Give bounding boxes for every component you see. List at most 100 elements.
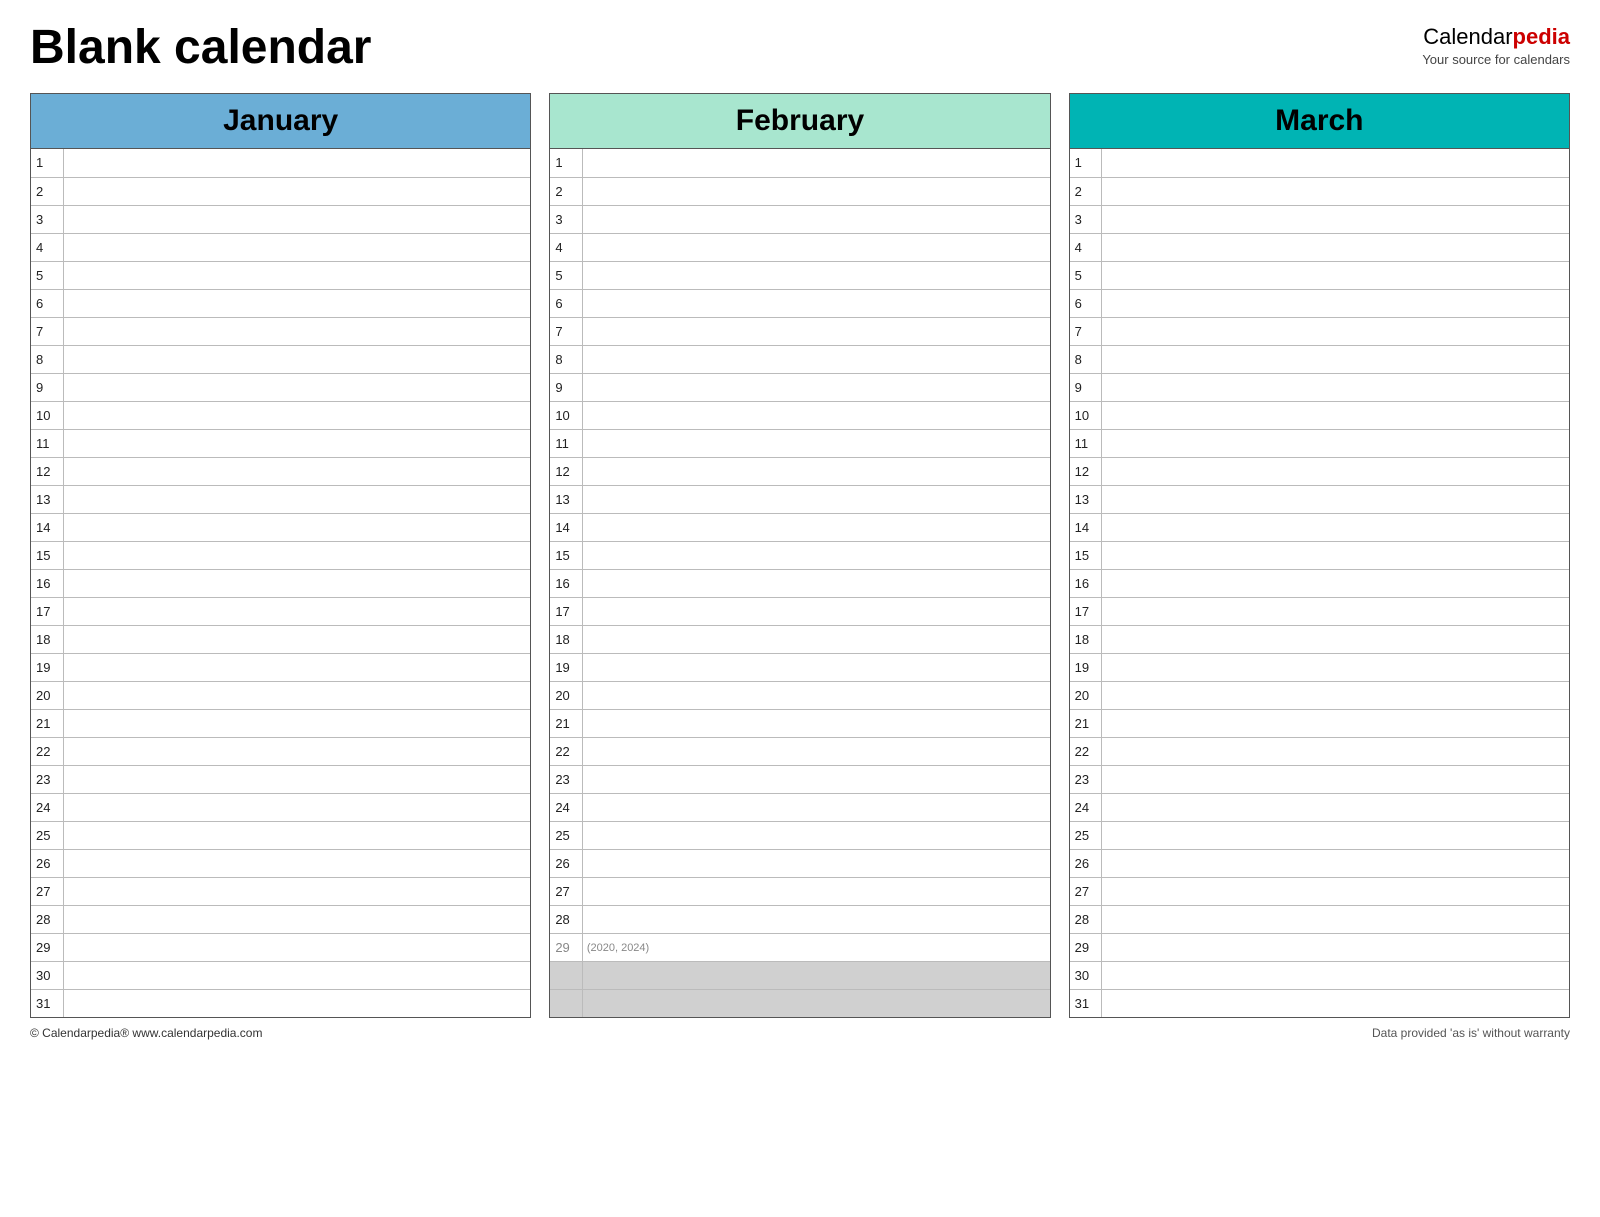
table-row: 21: [31, 709, 530, 737]
table-row: 7: [31, 317, 530, 345]
table-row: 14: [1070, 513, 1569, 541]
day-number: 4: [550, 233, 582, 261]
day-content: [1102, 989, 1569, 1017]
day-content: [1102, 821, 1569, 849]
day-number: 14: [1070, 513, 1102, 541]
day-content: [582, 793, 1049, 821]
march-calendar: March 1234567891011121314151617181920212…: [1069, 93, 1570, 1018]
day-number: 20: [550, 681, 582, 709]
day-content: [582, 261, 1049, 289]
table-row: 27: [1070, 877, 1569, 905]
table-row: 26: [1070, 849, 1569, 877]
table-row: 21: [550, 709, 1049, 737]
day-number: 23: [31, 765, 63, 793]
table-row: 10: [31, 401, 530, 429]
table-row: 4: [1070, 233, 1569, 261]
day-number: 17: [550, 597, 582, 625]
day-number: 10: [1070, 401, 1102, 429]
table-row: 13: [550, 485, 1049, 513]
day-number: 17: [31, 597, 63, 625]
day-number: 2: [550, 177, 582, 205]
table-row: 2: [31, 177, 530, 205]
table-row: 6: [550, 289, 1049, 317]
day-content: [582, 205, 1049, 233]
table-row: 25: [550, 821, 1049, 849]
table-row: 9: [550, 373, 1049, 401]
day-number: 30: [31, 961, 63, 989]
table-row: 8: [31, 345, 530, 373]
day-content: [63, 597, 530, 625]
day-number: [550, 961, 582, 989]
table-row: 22: [1070, 737, 1569, 765]
day-number: 2: [31, 177, 63, 205]
day-number: 18: [550, 625, 582, 653]
day-content: [63, 345, 530, 373]
table-row: 10: [550, 401, 1049, 429]
table-row: 9: [31, 373, 530, 401]
table-row: 9: [1070, 373, 1569, 401]
table-row: 11: [1070, 429, 1569, 457]
day-content: [582, 541, 1049, 569]
day-number: 17: [1070, 597, 1102, 625]
table-row: 28: [31, 905, 530, 933]
day-number: 19: [550, 653, 582, 681]
day-number: 19: [31, 653, 63, 681]
table-row: 3: [550, 205, 1049, 233]
table-row: 15: [1070, 541, 1569, 569]
table-row: 15: [550, 541, 1049, 569]
page-title: Blank calendar: [30, 20, 371, 75]
table-row: 6: [31, 289, 530, 317]
day-content: [1102, 149, 1569, 177]
leap-day-row: 29(2020, 2024): [550, 933, 1049, 961]
day-number: 18: [31, 625, 63, 653]
day-number: 6: [1070, 289, 1102, 317]
day-content: [63, 541, 530, 569]
footer-right: Data provided 'as is' without warranty: [1372, 1026, 1570, 1040]
day-number: 29: [550, 933, 582, 961]
day-content: [63, 485, 530, 513]
logo-area: Calendarpedia Your source for calendars: [1422, 20, 1570, 67]
leap-note-cell: (2020, 2024): [582, 933, 1049, 961]
day-number: 20: [31, 681, 63, 709]
day-number: 27: [31, 877, 63, 905]
table-row: 5: [1070, 261, 1569, 289]
table-row: 23: [550, 765, 1049, 793]
day-number: 23: [1070, 765, 1102, 793]
day-number: 26: [550, 849, 582, 877]
day-content: [582, 737, 1049, 765]
day-number: 15: [31, 541, 63, 569]
table-row: 16: [31, 569, 530, 597]
table-row: 17: [1070, 597, 1569, 625]
january-calendar: January 12345678910111213141516171819202…: [30, 93, 531, 1018]
table-row: 31: [31, 989, 530, 1017]
day-number: 6: [550, 289, 582, 317]
table-row: 24: [1070, 793, 1569, 821]
table-row: 5: [31, 261, 530, 289]
table-row: 22: [31, 737, 530, 765]
day-content: [1102, 849, 1569, 877]
day-content: [63, 205, 530, 233]
table-row: 5: [550, 261, 1049, 289]
day-content: [582, 289, 1049, 317]
day-number: 28: [1070, 905, 1102, 933]
empty-row: [550, 961, 1049, 989]
day-content: [582, 569, 1049, 597]
february-calendar: February 1234567891011121314151617181920…: [549, 93, 1050, 1018]
day-number: 23: [550, 765, 582, 793]
logo-pedia: pedia: [1513, 24, 1570, 49]
day-number: 15: [1070, 541, 1102, 569]
day-content: [63, 429, 530, 457]
table-row: 19: [550, 653, 1049, 681]
table-row: 14: [31, 513, 530, 541]
day-content: [63, 793, 530, 821]
table-row: 13: [1070, 485, 1569, 513]
day-number: 5: [550, 261, 582, 289]
day-number: 8: [31, 345, 63, 373]
table-row: 23: [31, 765, 530, 793]
march-header: March: [1070, 94, 1569, 149]
january-table: 1234567891011121314151617181920212223242…: [31, 149, 530, 1017]
day-number: 11: [550, 429, 582, 457]
day-number: 9: [31, 373, 63, 401]
table-row: 8: [550, 345, 1049, 373]
day-number: 24: [550, 793, 582, 821]
